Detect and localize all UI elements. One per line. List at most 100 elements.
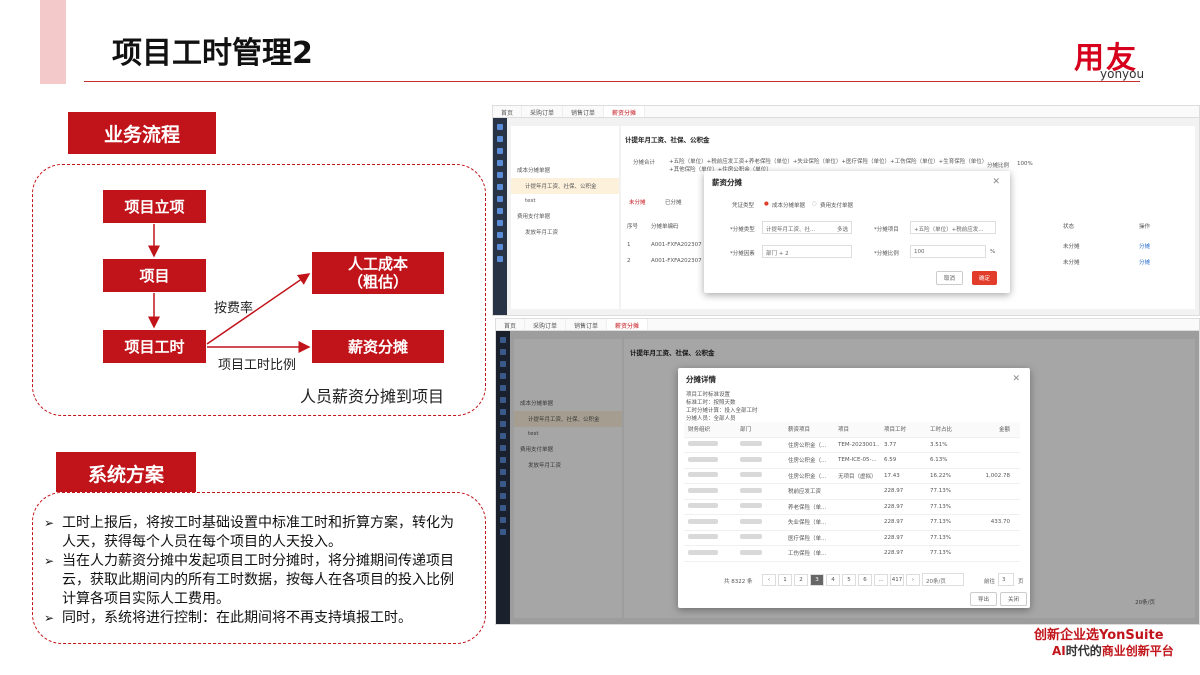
table-cell xyxy=(684,456,736,464)
table-cell: 433.70 xyxy=(990,519,1010,526)
table-cell: 16.22% xyxy=(930,472,951,479)
page-button[interactable]: 417 xyxy=(890,574,904,586)
tab-salary[interactable]: 薪资分摊 xyxy=(604,106,646,117)
modal-title: 薪资分摊 xyxy=(712,178,742,187)
table-cell: 77.13% xyxy=(930,550,951,557)
item-select[interactable]: +五险（单位）+税前应发... xyxy=(910,221,996,234)
detail-table: 财务组织 部门 薪资项目 项目 项目工时 工时占比 金额 住房公积金（... TE… xyxy=(684,422,1020,562)
row-op-link[interactable]: 分摊 xyxy=(1139,258,1150,266)
formula-label: 分摊合计 xyxy=(633,160,656,166)
table-cell xyxy=(736,549,784,557)
table-cell: 77.13% xyxy=(930,488,951,495)
allocation-detail-modal: 分摊详情 ✕ 项目工时标准设置 标准工时：按照天数 工时分摊计算：投入全部工时 … xyxy=(678,368,1030,608)
tab-home[interactable]: 首页 xyxy=(496,319,526,330)
page-button[interactable]: ‹ xyxy=(762,574,776,586)
close-icon[interactable]: ✕ xyxy=(1012,374,1020,384)
table-cell: 77.13% xyxy=(930,534,951,541)
bullet-3: 同时，系统将进行控制：在此期间将不再支持填报工时。 xyxy=(44,609,464,628)
col-op: 操作 xyxy=(1139,224,1151,230)
tab-home[interactable]: 首页 xyxy=(493,106,523,117)
factor-select[interactable]: 部门 + 2 xyxy=(762,245,852,258)
table-cell: 6.13% xyxy=(930,457,948,464)
brand-tagline: AI时代的商业创新平台 xyxy=(1052,644,1174,658)
page-button[interactable]: 4 xyxy=(826,574,840,586)
nav-sidebar xyxy=(493,118,507,315)
ratio-label: *分摊比例 xyxy=(874,251,899,257)
rule-option-2[interactable]: 费用支付单据 xyxy=(820,201,853,209)
radio-checked-icon[interactable]: ● xyxy=(764,201,769,207)
row-op-link[interactable]: 分摊 xyxy=(1139,242,1150,250)
table-cell: 养老保险（单... xyxy=(788,504,827,511)
table-cell xyxy=(736,503,784,510)
page-button[interactable]: 6 xyxy=(858,574,872,586)
tree-item-selected[interactable]: 计提年月工资、社保、公积金 xyxy=(511,178,619,194)
table-cell: TEM-ICE-05-... xyxy=(838,457,877,464)
col-header: 部门 xyxy=(740,427,752,434)
type-select[interactable]: 计提年月工资、社... 多选 xyxy=(762,221,852,234)
table-row: 住房公积金（... 无项目（虚拟） 17.43 16.22% 1,002.78 xyxy=(684,469,1020,484)
col-header: 财务组织 xyxy=(688,427,711,434)
tree-item[interactable]: 成本分摊单据 xyxy=(511,162,619,178)
pagination: ‹ 1 2 3 4 5 6... 417 › xyxy=(762,574,922,586)
tree-item[interactable]: test xyxy=(511,194,619,208)
tree-item[interactable]: 发放年月工资 xyxy=(511,224,619,240)
info-line: 工时分摊计算：投入全部工时 xyxy=(686,408,758,414)
salary-allocation-modal: 薪资分摊 ✕ 凭证类型 ● 成本分摊单据 ○ 费用支付单据 *分摊类型 计提年月… xyxy=(704,171,1010,293)
table-cell xyxy=(736,487,784,495)
col-header: 工时占比 xyxy=(930,427,953,434)
screenshot-bottom: 首页 采购订单 销售订单 薪资分摊 成本分摊单据 计提年月工资、社保、公积金 t… xyxy=(495,318,1200,625)
ratio-unit: % xyxy=(990,249,996,255)
tab-purchase[interactable]: 采购订单 xyxy=(522,106,564,117)
app-tabbar: 首页 采购订单 销售订单 薪资分摊 xyxy=(493,106,1199,118)
page-size-select[interactable]: 20条/页 xyxy=(922,573,964,586)
page-button[interactable]: 1 xyxy=(778,574,792,586)
tab-unallocated[interactable]: 未分摊 xyxy=(629,198,646,206)
table-cell: 住房公积金（... xyxy=(788,473,827,480)
tab-purchase[interactable]: 采购订单 xyxy=(525,319,567,330)
tab-allocated[interactable]: 已分摊 xyxy=(665,198,682,206)
page-button[interactable]: ... xyxy=(874,574,888,586)
table-cell: 228.97 xyxy=(884,550,904,557)
table-row: 失业保险（单... 228.97 77.13% 433.70 xyxy=(684,515,1020,531)
rule-option-1[interactable]: 成本分摊单据 xyxy=(772,201,805,209)
ok-button[interactable]: 确定 xyxy=(972,271,998,285)
total-count: 共 8322 条 xyxy=(724,579,753,585)
page-button[interactable]: 5 xyxy=(842,574,856,586)
table-cell: 税前应发工资 xyxy=(788,489,822,496)
table-cell xyxy=(736,441,784,448)
label-by-ratio: 项目工时比例 xyxy=(218,358,297,373)
ratio-label: 分摊比例 xyxy=(987,163,1010,169)
table-row: 养老保险（单... 228.97 77.13% xyxy=(684,500,1020,515)
factor-label: *分摊因素 xyxy=(730,251,755,257)
export-button[interactable]: 导出 xyxy=(970,592,998,606)
col-header: 项目 xyxy=(838,427,850,434)
table-cell xyxy=(684,549,736,557)
table-cell: 228.97 xyxy=(884,503,904,510)
page-button[interactable]: 3 xyxy=(810,574,824,586)
goto-unit: 页 xyxy=(1018,579,1024,585)
close-icon[interactable]: ✕ xyxy=(992,177,1000,187)
tab-sales[interactable]: 销售订单 xyxy=(563,106,605,117)
tab-sales[interactable]: 销售订单 xyxy=(566,319,608,330)
type-label: *分摊类型 xyxy=(730,227,755,233)
table-cell: 医疗保险（单... xyxy=(788,535,827,542)
yonyou-logo-sub: yonyou xyxy=(1100,67,1145,81)
doc-tree: 成本分摊单据 计提年月工资、社保、公积金 test 费用支付单据 发放年月工资 xyxy=(511,126,619,309)
table-cell xyxy=(736,518,784,526)
tab-salary[interactable]: 薪资分摊 xyxy=(607,319,649,330)
process-caption: 人员薪资分摊到项目 xyxy=(300,387,445,406)
cancel-button[interactable]: 取消 xyxy=(936,271,964,285)
page-button[interactable]: › xyxy=(906,574,920,586)
table-cell: 住房公积金（... xyxy=(788,442,827,449)
table-cell: 3.77 xyxy=(884,441,897,448)
close-button[interactable]: 关闭 xyxy=(1000,592,1028,606)
tree-item[interactable]: 费用支付单据 xyxy=(511,208,619,224)
goto-input[interactable]: 3 xyxy=(998,573,1014,586)
rule-label: 凭证类型 xyxy=(732,203,755,209)
ratio-input[interactable]: 100 xyxy=(910,245,986,258)
solution-bullets: 工时上报后，将按工时基础设置中标准工时和折算方案，转化为人天，获得每个人员在每个… xyxy=(44,514,464,628)
table-cell: 3.51% xyxy=(930,441,948,448)
radio-unchecked-icon[interactable]: ○ xyxy=(812,201,817,207)
solution-tag: 系统方案 xyxy=(56,452,196,492)
page-button[interactable]: 2 xyxy=(794,574,808,586)
